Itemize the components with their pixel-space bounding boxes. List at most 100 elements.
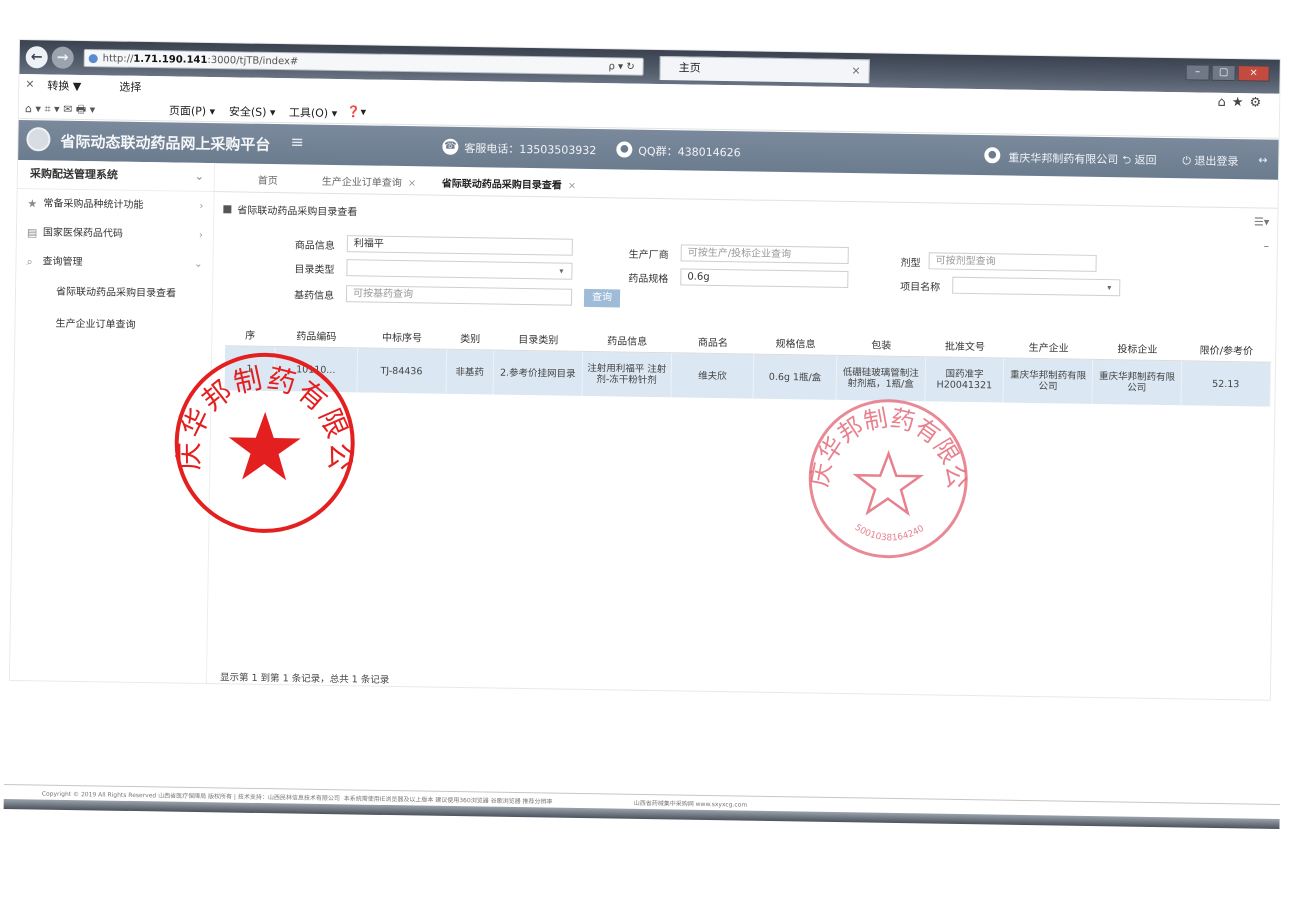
column-header[interactable]: 限价/参考价 — [1181, 336, 1271, 363]
home-feeds-mail-print-icons[interactable]: ⌂ ▾ ⌗ ▾ ✉ 🖶 ▾ — [25, 100, 96, 120]
table-cell: TJ-84436 — [356, 347, 447, 394]
product-input[interactable]: 利福平 — [346, 235, 573, 256]
dosage-input[interactable]: 可按剂型查询 — [928, 252, 1097, 272]
query-button[interactable]: 查询 — [583, 288, 621, 308]
close-toolbar-icon[interactable]: × — [25, 77, 34, 90]
table-cell: 维夫欣 — [670, 352, 755, 399]
tab-home[interactable]: 首页 — [258, 172, 278, 187]
service-phone: 客服电话：13503503932 — [464, 141, 597, 158]
phone-icon: ☎ — [442, 138, 459, 155]
select-button[interactable]: 选择 — [119, 79, 141, 95]
column-header[interactable]: 类别 — [446, 324, 495, 350]
forward-arrow-icon[interactable]: → — [51, 46, 74, 69]
column-header[interactable]: 批准文号 — [925, 332, 1005, 358]
seal-code: 5001038164240 — [852, 523, 926, 544]
sidebar-item-stock-stats[interactable]: ★ 常备采购品种统计功能 › — [17, 189, 213, 221]
sidebar-item-query[interactable]: ⌕ 查询管理 ⌄ — [16, 247, 212, 279]
grid-icon — [223, 205, 232, 214]
url-host: 1.71.190.141 — [133, 53, 208, 66]
close-icon[interactable]: × — [408, 178, 417, 189]
project-select[interactable]: ▾ — [952, 276, 1121, 297]
seal-code-path: 5001038164240 — [852, 523, 926, 544]
column-header[interactable]: 序 — [225, 321, 276, 347]
base-drug-input[interactable]: 可按基药查询 — [345, 285, 573, 306]
fullscreen-icon[interactable]: ↔ — [1258, 153, 1267, 166]
chevron-down-icon: ▾ — [1107, 283, 1112, 293]
convert-button[interactable]: 转换 ▼ — [47, 77, 81, 94]
tab-catalog[interactable]: 省际联动药品采购目录查看 × — [442, 175, 577, 192]
table-cell: 52.13 — [1180, 360, 1271, 407]
catalog-type-select[interactable]: ▾ — [346, 259, 573, 280]
footer-browser-note: 本系统需使用IE浏览器及以上版本 建议使用360浏览器 谷歌浏览器 推荐分辨率 — [343, 795, 553, 806]
company-name[interactable]: 重庆华邦制药有限公司 — [1008, 150, 1118, 168]
search-refresh-icon[interactable]: ρ ▾ ↻ — [608, 58, 634, 76]
catalog-table: 序 药品编码 中标序号 类别 目录类别 药品信息 商品名 规格信息 包装 批准文… — [224, 321, 1272, 407]
table-cell: 注射用利福平 注射剂-冻干粉针剂 — [581, 351, 672, 398]
help-icon[interactable]: ❓▾ — [347, 105, 366, 118]
footer-domain[interactable]: 山西省药械集中采购网 www.sxyxcg.com — [634, 798, 748, 809]
manufacturer-input[interactable]: 可按生产/投标企业查询 — [680, 244, 849, 265]
sidebar-subitem-catalog[interactable]: 省际联动药品采购目录查看 — [16, 276, 212, 311]
logout-link[interactable]: ⏻ 退出登录 — [1182, 152, 1238, 169]
catalog-type-label: 目录类型 — [294, 264, 335, 276]
table-cell: 非基药 — [445, 349, 494, 395]
column-header[interactable]: 药品信息 — [582, 326, 672, 353]
search-icon: ⌕ — [26, 255, 33, 269]
seal-text: 重庆华邦制药有限公司 — [802, 392, 973, 491]
manufacturer-label: 生产厂商 — [628, 249, 669, 262]
sidebar-subitem-orders[interactable]: 生产企业订单查询 — [15, 308, 211, 343]
sidebar-system-title[interactable]: 采购配送管理系统 ⌄ — [17, 159, 215, 193]
dosage-label: 剂型 — [900, 257, 921, 270]
column-header[interactable]: 目录类别 — [493, 325, 583, 352]
panel-title: 省际联动药品采购目录查看 — [223, 201, 357, 218]
url-prefix: http:// — [102, 53, 134, 65]
window-close-button[interactable]: × — [1237, 65, 1270, 82]
list-icon: ▤ — [26, 226, 38, 240]
chevron-down-icon: ▼ — [72, 79, 82, 93]
column-header[interactable]: 生产企业 — [1004, 333, 1094, 360]
maximize-button[interactable]: ▢ — [1211, 64, 1236, 82]
product-label: 商品信息 — [294, 240, 335, 252]
tab-close-icon[interactable]: × — [851, 60, 861, 82]
url-path: :3000/tjTB/index# — [207, 54, 299, 68]
chevron-down-icon: ▾ — [559, 266, 564, 276]
panel-title-text: 省际联动药品采购目录查看 — [237, 205, 358, 219]
menu-safety[interactable]: 安全(S) ▾ — [229, 103, 276, 120]
sidebar-item-insurance-codes[interactable]: ▤ 国家医保药品代码 › — [17, 218, 213, 250]
back-arrow-icon[interactable]: ← — [25, 46, 48, 69]
address-bar[interactable]: http://1.71.190.141:3000/tjTB/index# ρ ▾… — [83, 49, 644, 76]
menu-page[interactable]: 页面(P) ▾ — [169, 102, 215, 119]
home-favorites-settings-icon[interactable]: ⌂★⚙ — [1217, 95, 1267, 111]
tab-orders[interactable]: 生产企业订单查询 × — [322, 173, 417, 189]
column-header[interactable]: 包装 — [836, 330, 926, 357]
catalog-panel: 省际联动药品采购目录查看 ☰▾ – 商品信息 利福平 目录类型 ▾ 基药信息 可… — [206, 193, 1277, 690]
collapse-icon[interactable]: – — [1263, 240, 1269, 253]
company-seal-left: 重庆华邦制药有限公司 — [168, 346, 359, 533]
browser-window: ← → http://1.71.190.141:3000/tjTB/index#… — [9, 40, 1280, 700]
column-header[interactable]: 药品编码 — [274, 322, 358, 348]
globe-icon — [88, 54, 98, 64]
minimize-button[interactable]: – — [1185, 64, 1210, 81]
pagination-info: 显示第 1 到第 1 条记录，总共 1 条记录 — [219, 672, 390, 686]
qq-group: QQ群：438014626 — [638, 144, 741, 160]
chevron-down-icon: ⌄ — [194, 258, 203, 270]
table-cell: 2.参考价挂网目录 — [493, 349, 583, 396]
column-header[interactable]: 投标企业 — [1092, 334, 1183, 361]
table-cell: 重庆华邦制药有限公司 — [1092, 359, 1182, 406]
panel-menu-icon[interactable]: ☰▾ — [1254, 215, 1270, 228]
seal-star-icon — [228, 411, 301, 481]
browser-tab-home[interactable]: 主页 × — [659, 56, 870, 84]
menu-tools[interactable]: 工具(O) ▾ — [289, 104, 338, 121]
table-cell: 重庆华邦制药有限公司 — [1003, 357, 1093, 404]
column-header[interactable]: 中标序号 — [357, 323, 447, 350]
spec-input[interactable]: 0.6g — [680, 268, 849, 289]
emblem-logo-icon — [26, 127, 51, 152]
menu-toggle-icon[interactable]: ≡ — [290, 132, 304, 151]
close-icon[interactable]: × — [568, 181, 577, 192]
column-header[interactable]: 商品名 — [671, 328, 755, 355]
sidebar-system-label: 采购配送管理系统 — [29, 167, 118, 182]
browser-tab-title: 主页 — [678, 61, 701, 75]
chevron-down-icon: ⌄ — [194, 169, 204, 183]
column-header[interactable]: 规格信息 — [754, 329, 838, 356]
back-link[interactable]: ⮌ 返回 — [1122, 151, 1157, 171]
